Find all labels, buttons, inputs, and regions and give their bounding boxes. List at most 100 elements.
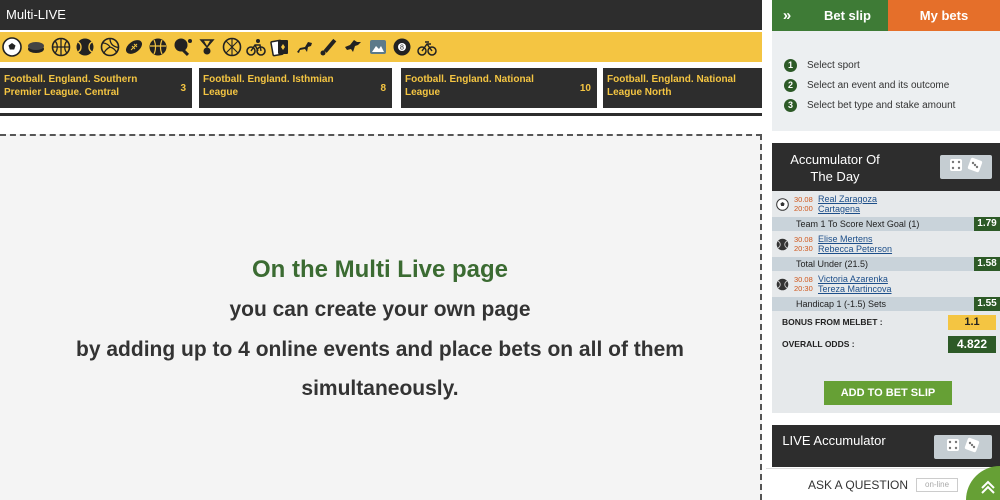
event-name: Football. England. National League North — [607, 74, 736, 98]
bonus-row: BONUS FROM MELBET : 1.1 — [772, 311, 1000, 333]
step-text: Select bet type and stake amount — [807, 99, 956, 111]
bonus-label: BONUS FROM MELBET : — [782, 317, 883, 327]
billiards-icon[interactable]: 8 — [392, 37, 412, 57]
accumulator-match: 30.08 20:00 Real Zaragoza Cartagena — [772, 191, 1000, 217]
accumulator-header: Accumulator Of The Day — [772, 143, 1000, 191]
ice-hockey-icon[interactable] — [26, 37, 46, 57]
team-link[interactable]: Tereza Martincova — [818, 284, 892, 294]
match-time: 20:30 — [794, 284, 813, 293]
divider — [0, 113, 762, 116]
event-tab[interactable]: Football. England. National League North — [603, 68, 762, 108]
accumulator-match: 30.08 20:30 Victoria Azarenka Tereza Marti… — [772, 271, 1000, 297]
accumulator-of-the-day: Accumulator Of The Day 30.08 20:00 Real Z… — [772, 143, 1000, 413]
team-link[interactable]: Cartagena — [818, 204, 860, 214]
placeholder-text: simultaneously. — [301, 377, 459, 400]
match-date: 30.08 — [794, 275, 813, 284]
dice-icon — [949, 158, 963, 177]
match-date: 30.08 — [794, 195, 813, 204]
american-football-icon[interactable] — [124, 37, 144, 57]
market-name: Handicap 1 (-1.5) Sets — [796, 299, 887, 309]
tennis-icon — [776, 238, 789, 251]
double-chevron-icon: » — [782, 7, 792, 24]
step-text: Select an event and its outcome — [807, 79, 950, 91]
overall-value: 4.822 — [948, 336, 996, 353]
market-name: Team 1 To Score Next Goal (1) — [796, 219, 920, 229]
step-item: 2 Select an event and its outcome — [784, 75, 1000, 95]
event-tab[interactable]: Football. England. National League 10 — [401, 68, 597, 108]
multilive-panel: Multi-LIVE 8 Football. England. Southern… — [0, 0, 762, 500]
esports-icon[interactable] — [368, 37, 388, 57]
tab-betslip-label: Bet slip — [824, 8, 871, 23]
step-number: 2 — [784, 78, 797, 92]
team-link[interactable]: Real Zaragoza — [818, 194, 877, 204]
accumulator-match: 30.08 20:30 Elise Mertens Rebecca Peterson — [772, 231, 1000, 257]
match-date: 30.08 — [794, 235, 813, 244]
horse-racing-icon[interactable] — [295, 37, 315, 57]
bicycle-icon[interactable] — [416, 37, 437, 57]
multilive-title: Multi-LIVE — [0, 0, 762, 30]
volleyball-icon[interactable] — [100, 37, 120, 57]
event-tab[interactable]: Football. England. Isthmian League 8 — [199, 68, 392, 108]
overall-odds-row: OVERALL ODDS : 4.822 — [772, 333, 1000, 355]
betslip-tabs: » Bet slip My bets — [772, 0, 1000, 31]
event-name: Football. England. Southern Premier Leag… — [4, 74, 138, 98]
odd-value[interactable]: 1.55 — [974, 297, 1000, 311]
handball-icon[interactable] — [148, 37, 168, 57]
add-to-bet-slip-button[interactable]: ADD TO BET SLIP — [824, 381, 952, 405]
ask-question-label: ASK A QUESTION — [808, 477, 909, 492]
team-link[interactable]: Victoria Azarenka — [818, 274, 888, 284]
refresh-accumulator-button[interactable] — [940, 155, 992, 179]
event-count: 3 — [180, 83, 186, 94]
dog-racing-icon[interactable] — [343, 37, 363, 57]
futsal-icon[interactable] — [222, 37, 242, 57]
live-accumulator-title: LIVE Accumulator — [782, 433, 886, 448]
market-name: Total Under (21.5) — [796, 259, 869, 269]
live-accumulator: LIVE Accumulator — [772, 425, 1000, 467]
accumulator-title: Accumulator Of The Day — [790, 152, 880, 184]
event-count: 10 — [579, 83, 591, 94]
team-link[interactable]: Elise Mertens — [818, 234, 873, 244]
cricket-icon[interactable] — [319, 37, 339, 57]
event-tabs: Football. England. Southern Premier Leag… — [0, 68, 762, 108]
team-link[interactable]: Rebecca Peterson — [818, 244, 892, 254]
tab-betslip[interactable]: » Bet slip — [772, 0, 888, 31]
tennis-icon — [776, 278, 789, 291]
step-number: 1 — [784, 58, 797, 72]
odd-value[interactable]: 1.58 — [974, 257, 1000, 271]
market-row[interactable]: Total Under (21.5) 1.58 — [772, 257, 1000, 271]
cycling-icon[interactable] — [246, 37, 266, 57]
football-icon[interactable] — [2, 37, 22, 57]
badminton-icon[interactable] — [197, 37, 217, 57]
table-tennis-icon[interactable] — [173, 37, 193, 57]
placeholder-text: you can create your own page — [229, 298, 531, 321]
step-text: Select sport — [807, 59, 860, 71]
placeholder-text: by adding up to 4 online events and plac… — [76, 338, 684, 361]
event-tab[interactable]: Football. England. Southern Premier Leag… — [0, 68, 192, 108]
step-item: 1 Select sport — [784, 55, 1000, 75]
placeholder-title: On the Multi Live page — [251, 256, 509, 283]
sidebar: » Bet slip My bets 1 Select sport 2 Sele… — [772, 0, 1000, 500]
sport-filter-bar: 8 — [0, 32, 762, 62]
event-count: 8 — [380, 83, 386, 94]
chevron-up-icon[interactable] — [966, 466, 1000, 500]
cards-icon[interactable] — [270, 37, 290, 57]
betslip-steps: 1 Select sport 2 Select an event and its… — [772, 31, 1000, 131]
football-icon — [776, 197, 789, 211]
odd-value[interactable]: 1.79 — [974, 217, 1000, 231]
bonus-value: 1.1 — [948, 315, 996, 330]
dice-icon — [964, 437, 980, 458]
refresh-live-accumulator-button[interactable] — [934, 435, 992, 459]
multilive-dropzone: On the Multi Live page you can create yo… — [0, 134, 762, 500]
event-name: Football. England. National League — [405, 74, 534, 98]
page: Multi-LIVE 8 Football. England. Southern… — [0, 0, 1000, 500]
match-time: 20:00 — [794, 204, 813, 213]
tennis-icon[interactable] — [75, 37, 95, 57]
basketball-icon[interactable] — [51, 37, 71, 57]
tab-mybets[interactable]: My bets — [888, 0, 1000, 31]
online-status-badge: on-line — [916, 477, 959, 492]
match-time: 20:30 — [794, 244, 813, 253]
ask-question-widget[interactable]: ASK A QUESTION on-line — [766, 466, 1000, 500]
market-row[interactable]: Team 1 To Score Next Goal (1) 1.79 — [772, 217, 1000, 231]
overall-label: OVERALL ODDS : — [782, 339, 855, 349]
market-row[interactable]: Handicap 1 (-1.5) Sets 1.55 — [772, 297, 1000, 311]
